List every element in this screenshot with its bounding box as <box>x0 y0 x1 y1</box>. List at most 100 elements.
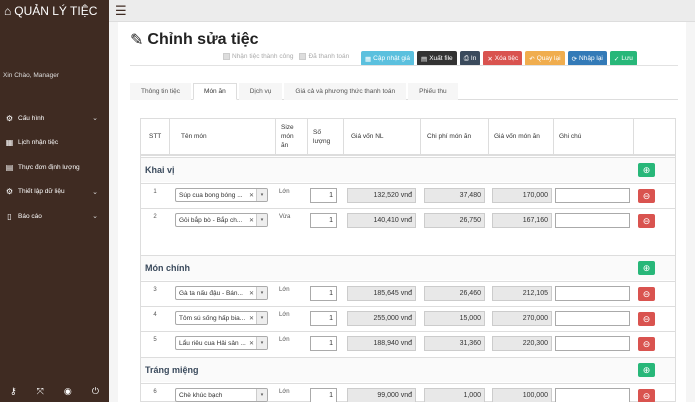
key-icon[interactable]: ⚷ <box>10 386 17 397</box>
checkbox-nhan-tiec[interactable]: Nhận tiệc thành công <box>223 53 293 60</box>
hamburger-icon[interactable]: ☰ <box>115 4 127 17</box>
status-checkboxes: Nhận tiệc thành công Đã thanh toán <box>223 53 349 60</box>
power-icon[interactable]: ⏻ <box>92 386 99 397</box>
sidebar-item-thuc-don[interactable]: ▤ Thực đơn định lượng <box>0 155 109 180</box>
row-stt: 6 <box>153 389 157 395</box>
chevron-down-icon[interactable]: ▾ <box>256 214 267 226</box>
checkbox-box[interactable] <box>223 53 230 60</box>
brand-title: QUẢN LÝ TIỆC <box>14 4 98 18</box>
quantity-input[interactable]: 1 <box>310 336 337 351</box>
chevron-down-icon[interactable]: ▾ <box>256 312 267 324</box>
refresh-icon: ⟳ <box>571 55 578 63</box>
tab-gia-ca[interactable]: Giá cả và phương thức thanh toán <box>284 83 407 100</box>
checkbox-box[interactable] <box>299 53 307 60</box>
clear-icon[interactable]: ✕ <box>249 217 254 224</box>
column-header: Số lượng <box>313 128 331 145</box>
dish-select[interactable]: Chè khúc bạch ▾ <box>175 388 268 402</box>
dish-select[interactable]: Gỏi bắp bò - Bắp ch... ✕ ▾ <box>175 213 268 227</box>
chevron-down-icon[interactable]: ▾ <box>256 337 267 349</box>
chevron-down-icon: ⌄ <box>92 213 98 221</box>
quantity-input[interactable]: 1 <box>310 213 337 228</box>
quantity-input[interactable]: 1 <box>310 311 337 326</box>
clear-icon[interactable]: ✕ <box>249 340 254 347</box>
chevron-down-icon[interactable]: ▾ <box>256 189 267 201</box>
dish-select[interactable]: Súp cua bong bóng ... ✕ ▾ <box>175 188 268 202</box>
remove-dish-button[interactable]: ⊖ <box>638 312 655 326</box>
add-dish-button[interactable]: ⊕ <box>638 261 655 275</box>
note-input[interactable] <box>555 336 630 351</box>
dish-select[interactable]: Gà ta nấu đậu - Bán... ✕ ▾ <box>175 286 268 300</box>
dish-total: 212,105 <box>492 286 552 301</box>
note-input[interactable] <box>555 311 630 326</box>
back-button[interactable]: ↶ Quay lại <box>525 51 565 66</box>
sidebar-item-label: Báo cáo <box>18 212 42 220</box>
dish-select[interactable]: Tôm sú sống hấp bia... ✕ ▾ <box>175 311 268 325</box>
remove-dish-button[interactable]: ⊖ <box>638 337 655 351</box>
dish-fee: 26,750 <box>424 213 485 228</box>
checkbox-da-thanh-toan[interactable]: Đã thanh toán <box>299 53 349 60</box>
quantity-input[interactable]: 1 <box>310 286 337 301</box>
save-button[interactable]: ✓ Lưu <box>609 51 637 66</box>
quantity-input[interactable]: 1 <box>310 188 337 203</box>
add-dish-button[interactable]: ⊕ <box>638 363 655 377</box>
tab-thong-tin-tiec[interactable]: Thông tin tiệc <box>130 83 192 100</box>
tab-mon-an[interactable]: Món ăn <box>193 83 237 100</box>
table-row: 1 Súp cua bong bóng ... ✕ ▾ Lớn 1 132,52… <box>141 183 675 208</box>
sidebar-item-lich-nhan-tiec[interactable]: ▦ Lịch nhận tiệc <box>0 131 109 156</box>
book-icon: ▤ <box>5 162 14 172</box>
print-button[interactable]: ⎙ In <box>459 51 481 66</box>
remove-dish-button[interactable]: ⊖ <box>638 214 655 228</box>
dish-size: Lớn <box>279 337 290 343</box>
column-header: STT <box>149 133 162 140</box>
eye-slash-icon[interactable]: ◉ <box>64 386 72 397</box>
dish-size: Lớn <box>279 287 290 293</box>
clear-icon[interactable]: ✕ <box>249 192 254 199</box>
add-dish-button[interactable]: ⊕ <box>638 163 655 177</box>
sidebar: ⌂ QUẢN LÝ TIỆC Xin Chào, Manager ⚙ Cấu h… <box>0 0 109 402</box>
dish-size: Vừa <box>279 214 291 220</box>
dish-fee: 1,000 <box>424 388 485 402</box>
update-price-button[interactable]: ▦ Cập nhật giá <box>361 51 415 66</box>
dish-select[interactable]: Lẩu riêu cua Hải sản ... ✕ ▾ <box>175 336 268 350</box>
table-header: STT Tên món Size món ăn Số lượng Giá vốn… <box>141 119 675 156</box>
note-input[interactable] <box>555 388 630 402</box>
check-icon: ✓ <box>613 55 620 63</box>
chevron-down-icon[interactable]: ▾ <box>256 389 267 401</box>
clear-icon[interactable]: ✕ <box>249 290 254 297</box>
delete-party-button[interactable]: ✕ Xóa tiệc <box>483 51 523 66</box>
note-input[interactable] <box>555 213 630 228</box>
dish-total: 170,000 <box>492 188 552 203</box>
sidebar-item-thiet-lap[interactable]: ⚙ Thiết lập dữ liệu ⌄ <box>0 180 109 205</box>
table-row: 5 Lẩu riêu cua Hải sản ... ✕ ▾ Lớn 1 188… <box>141 331 675 356</box>
row-stt: 2 <box>153 214 157 220</box>
export-file-button[interactable]: ▤ Xuất file <box>417 51 457 66</box>
ingredient-cost: 188,940 vnđ <box>347 336 416 351</box>
edit-icon: ✎ <box>130 32 144 49</box>
column-header: Ghi chú <box>559 133 582 140</box>
reset-button[interactable]: ⟳ Nhập lại <box>567 51 607 66</box>
cogs-icon: ⚙ <box>5 187 14 197</box>
column-header: Chi phí món ăn <box>427 133 472 140</box>
sidebar-item-bao-cao[interactable]: ▯ Báo cáo ⌄ <box>0 204 109 229</box>
topbar: ☰ <box>109 0 695 22</box>
tab-dich-vu[interactable]: Dịch vụ <box>238 83 283 100</box>
sidebar-item-label: Thực đơn định lượng <box>18 163 80 171</box>
ingredient-cost: 185,645 vnđ <box>347 286 416 301</box>
fullscreen-icon[interactable]: ⤧ <box>37 386 44 397</box>
remove-dish-button[interactable]: ⊖ <box>638 287 655 301</box>
row-stt: 3 <box>153 287 157 293</box>
note-input[interactable] <box>555 188 630 203</box>
chevron-down-icon: ⌄ <box>92 115 98 123</box>
brand[interactable]: ⌂ QUẢN LÝ TIỆC <box>0 0 109 22</box>
table-row: 4 Tôm sú sống hấp bia... ✕ ▾ Lớn 1 255,0… <box>141 306 675 331</box>
remove-dish-button[interactable]: ⊖ <box>638 389 655 402</box>
clear-icon[interactable]: ✕ <box>249 315 254 322</box>
note-input[interactable] <box>555 286 630 301</box>
tab-phieu-thu[interactable]: Phiếu thu <box>408 83 458 100</box>
sidebar-item-cau-hinh[interactable]: ⚙ Cấu hình ⌄ <box>0 106 109 131</box>
quantity-input[interactable]: 1 <box>310 388 337 402</box>
group-row: Khai vị ⊕ <box>141 157 675 182</box>
checkbox-label: Nhận tiệc thành công <box>232 53 294 60</box>
remove-dish-button[interactable]: ⊖ <box>638 189 655 203</box>
chevron-down-icon[interactable]: ▾ <box>256 287 267 299</box>
